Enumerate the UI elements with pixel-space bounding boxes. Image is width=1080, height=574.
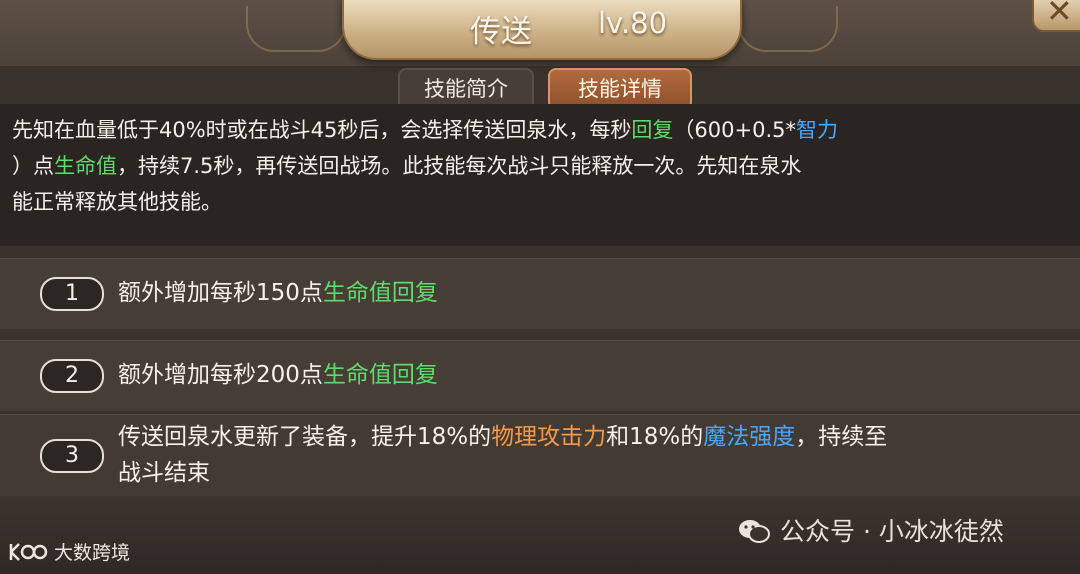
title-plate: [342, 0, 742, 60]
description-text: （600+0.5*: [673, 118, 796, 142]
brand-watermark: 大数跨境: [8, 538, 130, 565]
description-line-3: 能正常释放其他技能。: [12, 190, 222, 214]
upgrade-plain-text: 额外增加每秒150点: [118, 280, 323, 306]
keyword-health-regen: 生命值回复: [322, 280, 438, 306]
upgrade-row: 1 额外增加每秒150点生命值回复: [0, 258, 1080, 329]
skill-level: lv.80: [598, 6, 668, 40]
keyword-health-regen: 生命值回复: [322, 362, 438, 388]
close-button[interactable]: ✕: [1032, 0, 1080, 32]
description-text: ，持续7.5秒，再传送回战场。此技能每次战斗只能释放一次。先知在泉水: [117, 154, 802, 178]
upgrade-text: 额外增加每秒150点生命值回复: [118, 275, 438, 311]
wechat-icon: [739, 520, 770, 543]
keyword-magic-power: 魔法强度: [703, 424, 796, 450]
close-icon: ✕: [1046, 0, 1073, 30]
upgrade-plain-text: 额外增加每秒200点: [118, 362, 323, 388]
wechat-watermark: 公众号 · 小冰冰徒然: [738, 512, 1004, 548]
upgrade-row: 3 传送回泉水更新了装备，提升18%的物理攻击力和18%的魔法强度，持续至 战斗…: [0, 414, 1080, 497]
brand-logo-icon: [9, 543, 48, 561]
header-ornament-left: [246, 6, 346, 52]
keyword-intelligence: 智力: [795, 118, 838, 142]
skill-description: 先知在血量低于40%时或在战斗45秒后，会选择传送回泉水，每秒回复（600+0.…: [12, 112, 1080, 220]
upgrade-plain-text: 和18%的: [606, 424, 704, 450]
brand-watermark-text: 大数跨境: [54, 542, 131, 564]
upgrade-plain-text: ，持续至: [795, 424, 888, 450]
description-text: ）点: [12, 154, 54, 178]
upgrade-plain-text: 传送回泉水更新了装备，提升18%的: [118, 424, 492, 450]
keyword-heal: 回复: [631, 118, 674, 142]
keyword-health: 生命值: [54, 154, 117, 178]
upgrade-row: 2 额外增加每秒200点生命值回复: [0, 340, 1080, 411]
upgrade-plain-text: 战斗结束: [118, 460, 210, 486]
wechat-watermark-text: 公众号 · 小冰冰徒然: [780, 517, 1004, 546]
skill-name: 传送: [470, 14, 532, 50]
description-text: 先知在血量低于40%时或在战斗45秒后，会选择传送回泉水，每秒: [12, 118, 632, 142]
upgrade-number-badge: 1: [40, 277, 104, 311]
description-line-1: 先知在血量低于40%时或在战斗45秒后，会选择传送回泉水，每秒回复（600+0.…: [12, 112, 1080, 148]
upgrade-number-badge: 3: [40, 439, 104, 473]
upgrade-number-badge: 2: [40, 359, 104, 393]
keyword-physical-attack: 物理攻击力: [491, 424, 607, 450]
upgrade-text: 传送回泉水更新了装备，提升18%的物理攻击力和18%的魔法强度，持续至 战斗结束: [118, 419, 887, 491]
header-ornament-right: [738, 6, 838, 52]
description-line-2: ）点生命值，持续7.5秒，再传送回战场。此技能每次战斗只能释放一次。先知在泉水: [12, 148, 1080, 184]
upgrade-text: 额外增加每秒200点生命值回复: [118, 357, 438, 393]
